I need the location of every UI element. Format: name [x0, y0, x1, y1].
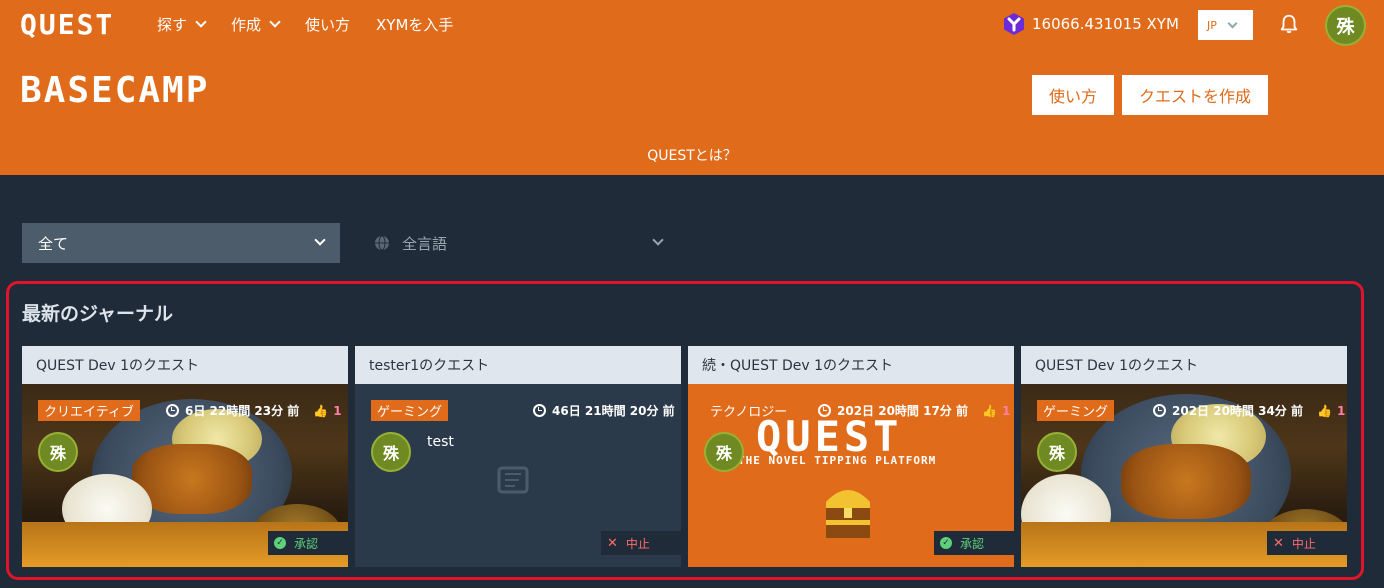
like-count: 1 [1336, 403, 1346, 418]
wallet-balance[interactable]: 16066.431015 XYM [1002, 12, 1179, 36]
globe-icon [375, 235, 389, 251]
check-circle-icon: ✓ [940, 537, 952, 549]
category-filter-value: 全て [38, 234, 69, 253]
nav-explore[interactable]: 探す [157, 14, 207, 35]
status-badge: ✕ 中止 [1267, 531, 1347, 555]
card-meta: 202日 20時間 34分 前 👍 1 [1153, 402, 1345, 419]
clock-icon [533, 404, 546, 417]
card-body[interactable]: ゲーミング 202日 20時間 34分 前 👍 1 殊 ✕ 中止 [1021, 384, 1347, 567]
category-filter[interactable]: 全て [22, 223, 340, 263]
what-is-quest-link[interactable]: QUESTとは？ [0, 145, 1384, 165]
thumbs-up-icon: 👍 [981, 403, 997, 418]
treasure-chest-icon [826, 490, 870, 538]
balance-text: 16066.431015 XYM [1032, 15, 1179, 33]
chevron-down-icon [269, 16, 281, 28]
map-scroll-icon [497, 466, 529, 494]
main-nav: 探す 作成 使い方 XYMを入手 [157, 14, 453, 35]
nav-howto[interactable]: 使い方 [305, 14, 350, 35]
like-counter[interactable]: 👍 1 [982, 404, 1010, 418]
card-owner[interactable]: QUEST Dev 1のクエスト [1021, 346, 1347, 384]
card-owner[interactable]: QUEST Dev 1のクエスト [22, 346, 348, 384]
promo-subtitle: THE NOVEL TIPPING PLATFORM [738, 454, 937, 467]
nav-get-xym[interactable]: XYMを入手 [376, 14, 453, 35]
card-owner[interactable]: 続・QUEST Dev 1のクエスト [688, 346, 1014, 384]
clock-icon [166, 404, 179, 417]
author-avatar[interactable]: 殊 [704, 432, 744, 472]
like-counter[interactable]: 👍 1 [313, 404, 341, 418]
clock-icon [818, 404, 831, 417]
chevron-down-icon [314, 234, 326, 246]
check-circle-icon: ✓ [274, 537, 286, 549]
language-value: JP [1207, 18, 1217, 32]
like-counter[interactable]: 👍 1 [1317, 404, 1345, 418]
nav-get-xym-label: XYMを入手 [376, 16, 454, 34]
author-avatar[interactable]: 殊 [371, 432, 411, 472]
thumbs-up-icon: 👍 [1316, 403, 1332, 418]
language-filter-value: 全言語 [402, 234, 448, 253]
author-avatar[interactable]: 殊 [1037, 432, 1077, 472]
nav-howto-label: 使い方 [305, 16, 351, 34]
journal-card[interactable]: QUEST Dev 1のクエスト ゲーミング 202日 20時間 34分 前 👍… [1021, 346, 1347, 567]
journal-card[interactable]: QUEST Dev 1のクエスト クリエイティブ 6日 22時間 23分 前 👍… [22, 346, 348, 567]
journal-card[interactable]: 続・QUEST Dev 1のクエスト QUEST THE NOVEL TIPPI… [688, 346, 1014, 567]
status-badge: ✕ 中止 [601, 531, 681, 555]
category-tag: クリエイティブ [38, 400, 140, 421]
nav-explore-label: 探す [157, 16, 188, 34]
symbol-xym-icon [1004, 13, 1024, 35]
status-badge: ✓ 承認 [268, 531, 348, 555]
top-header: QUEST 探す 作成 使い方 XYMを入手 16066.431015 XYM … [0, 0, 1384, 175]
journal-text: test [427, 434, 454, 450]
create-quest-button[interactable]: クエストを作成 [1122, 75, 1268, 115]
category-tag: テクノロジー [710, 405, 788, 420]
status-label: 中止 [625, 536, 650, 551]
card-body[interactable]: ゲーミング 46日 21時間 20分 前 殊 test ✕ 中止 [355, 384, 681, 567]
page-title: BASECAMP [20, 70, 210, 111]
status-label: 中止 [1291, 536, 1316, 551]
journal-card[interactable]: tester1のクエスト ゲーミング 46日 21時間 20分 前 殊 test… [355, 346, 681, 567]
nav-create-label: 作成 [231, 16, 262, 34]
chevron-down-icon [652, 234, 664, 246]
x-icon: ✕ [1273, 535, 1284, 551]
status-label: 承認 [960, 536, 985, 551]
howto-button[interactable]: 使い方 [1032, 75, 1114, 115]
card-body[interactable]: QUEST THE NOVEL TIPPING PLATFORM テクノロジー … [688, 384, 1014, 567]
card-meta: 46日 21時間 20分 前 [533, 402, 675, 419]
what-is-quest-label[interactable]: QUESTとは？ [647, 148, 737, 164]
thumbs-up-icon: 👍 [313, 403, 329, 418]
nav-create[interactable]: 作成 [231, 14, 281, 35]
bell-icon[interactable] [1278, 13, 1300, 35]
language-select[interactable]: JP [1198, 10, 1253, 40]
card-meta: 6日 22時間 23分 前 👍 1 [166, 402, 342, 419]
category-tag: ゲーミング [371, 400, 449, 421]
card-body[interactable]: クリエイティブ 6日 22時間 23分 前 👍 1 殊 ✓ 承認 [22, 384, 348, 567]
user-avatar[interactable]: 殊 [1325, 5, 1366, 46]
language-filter[interactable]: 全言語 [374, 223, 670, 263]
author-avatar[interactable]: 殊 [38, 432, 78, 472]
card-time: 6日 22時間 23分 前 [185, 404, 300, 418]
chevron-down-icon [1227, 18, 1238, 29]
card-meta: 202日 20時間 17分 前 👍 1 [818, 402, 1010, 419]
like-count: 1 [333, 403, 342, 418]
like-count: 1 [1001, 403, 1011, 418]
card-time: 202日 20時間 17分 前 [837, 404, 968, 418]
card-time: 202日 20時間 34分 前 [1172, 404, 1303, 418]
category-tag: ゲーミング [1037, 400, 1115, 421]
card-owner[interactable]: tester1のクエスト [355, 346, 681, 384]
journal-title: 最新のジャーナル [22, 303, 174, 325]
card-time: 46日 21時間 20分 前 [552, 404, 675, 418]
status-label: 承認 [294, 536, 319, 551]
quest-logo[interactable]: QUEST [20, 8, 114, 41]
chevron-down-icon [195, 16, 207, 28]
clock-icon [1153, 404, 1166, 417]
x-icon: ✕ [607, 535, 618, 551]
status-badge: ✓ 承認 [934, 531, 1014, 555]
